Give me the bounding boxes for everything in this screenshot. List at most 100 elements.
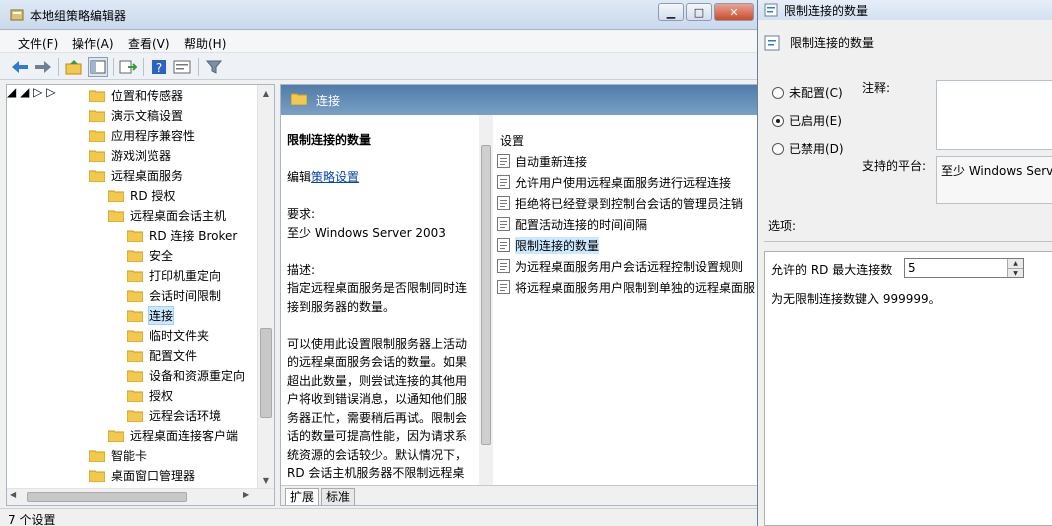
tree-item[interactable]: 设备和资源重定向 [127, 365, 245, 385]
tree-item[interactable]: 远程桌面服务 [89, 165, 183, 185]
max-connections-spinner[interactable]: ▲ ▼ [904, 258, 1024, 278]
expand-arrow-icon[interactable]: ▷ [46, 85, 55, 99]
setting-row[interactable]: 允许用户使用远程桌面服务进行远程连接 [497, 172, 731, 192]
requirements-value: 至少 Windows Server 2003 [287, 225, 446, 240]
spin-down-icon[interactable]: ▼ [1007, 268, 1023, 277]
properties-icon[interactable] [172, 57, 192, 77]
tree-item[interactable]: 安全 [127, 245, 173, 265]
edit-policy-link[interactable]: 策略设置 [311, 170, 359, 184]
export-icon[interactable] [118, 57, 138, 77]
folder-icon [89, 450, 105, 462]
edit-prefix: 编辑 [287, 170, 312, 184]
max-connections-input[interactable] [905, 259, 1007, 277]
tree-horizontal-scrollbar[interactable]: ◀ ▶ [7, 488, 274, 505]
folder-icon [89, 90, 105, 102]
menu-view[interactable]: 查看(V) [128, 35, 170, 52]
minimize-button[interactable]: ▁ [658, 3, 684, 21]
scroll-thumb[interactable] [260, 328, 272, 418]
back-icon[interactable] [10, 57, 30, 77]
folder-icon [127, 270, 143, 282]
tree-vertical-scrollbar[interactable]: ▲ ▼ [257, 85, 274, 488]
setting-row[interactable]: 将远程桌面服务用户限制到单独的远程桌面服 [497, 277, 755, 297]
menu-file[interactable]: 文件(F) [18, 35, 58, 52]
tree-item[interactable]: RD 授权 [108, 185, 175, 205]
filter-icon[interactable] [204, 57, 224, 77]
tree-item[interactable]: 会话时间限制 [127, 285, 221, 305]
scroll-up-icon[interactable]: ▲ [258, 85, 274, 101]
maximize-button[interactable]: □ [686, 3, 712, 21]
collapse-arrow-icon[interactable]: ◢ [7, 85, 16, 99]
gpedit-icon [10, 9, 24, 21]
tree-item[interactable]: 打印机重定向 [127, 265, 221, 285]
radio-disabled[interactable]: 已禁用(D) [772, 140, 844, 157]
collapse-arrow-icon[interactable]: ◢ [20, 85, 29, 99]
details-header: 连接 [281, 85, 757, 115]
scroll-down-icon[interactable]: ▼ [258, 472, 274, 488]
folder-icon [89, 150, 105, 162]
setting-row[interactable]: 自动重新连接 [497, 151, 587, 171]
forward-icon[interactable] [33, 57, 53, 77]
tree-item[interactable]: 远程桌面会话主机 [108, 205, 226, 225]
description-scrollbar[interactable] [479, 115, 493, 485]
options-panel: 允许的 RD 最大连接数 ▲ ▼ 为无限制连接数键入 999999。 [764, 251, 1052, 526]
unlimited-hint: 为无限制连接数键入 999999。 [771, 292, 941, 306]
spin-up-icon[interactable]: ▲ [1007, 259, 1023, 268]
tree-item[interactable]: 临时文件夹 [127, 325, 209, 345]
tree-item[interactable]: 远程桌面连接客户端 [108, 425, 238, 445]
tree-item[interactable]: 智能卡 [89, 445, 147, 465]
folder-icon [127, 410, 143, 422]
folder-icon [89, 110, 105, 122]
folder-icon [127, 350, 143, 362]
dialog-title-bar[interactable]: 限制连接的数量 [758, 0, 1052, 20]
dialog-title: 限制连接的数量 [784, 4, 869, 18]
comment-textarea[interactable] [936, 80, 1052, 150]
folder-icon [127, 310, 143, 322]
max-connections-label: 允许的 RD 最大连接数 [771, 263, 893, 277]
scroll-left-icon[interactable]: ◀ [10, 490, 16, 499]
description-more: 可以使用此设置限制服务器上活动的远程桌面服务会话的数量。如果超出此数量，则尝试连… [287, 336, 468, 481]
folder-icon [89, 170, 105, 182]
setting-row[interactable]: 配置活动连接的时间间隔 [497, 214, 647, 234]
tree-item[interactable]: 桌面窗口管理器 [89, 465, 195, 485]
scroll-right-icon[interactable]: ▶ [243, 490, 249, 499]
setting-icon [497, 154, 510, 168]
tree-item[interactable]: RD 连接 Broker [127, 225, 237, 245]
radio-circle-checked [772, 114, 784, 127]
settings-column-header[interactable]: 设置 [500, 132, 524, 149]
menu-action[interactable]: 操作(A) [72, 35, 114, 52]
tree-item[interactable]: 游戏浏览器 [89, 145, 171, 165]
status-text: 7 个设置 [8, 513, 56, 526]
folder-icon [127, 370, 143, 382]
scroll-thumb[interactable] [27, 492, 187, 502]
tree-item[interactable]: 演示文稿设置 [89, 105, 183, 125]
tree-item-selected[interactable]: 连接 [127, 305, 175, 325]
tree-item[interactable]: 远程会话环境 [127, 405, 221, 425]
tree-item[interactable]: 应用程序兼容性 [89, 125, 195, 145]
setting-row-selected[interactable]: 限制连接的数量 [497, 235, 600, 255]
radio-enabled[interactable]: 已启用(E) [772, 112, 842, 129]
radio-not-configured[interactable]: 未配置(C) [772, 84, 843, 101]
show-hide-tree-icon[interactable] [88, 57, 108, 77]
tab-extended[interactable]: 扩展 [285, 488, 320, 505]
title-bar[interactable]: 本地组策略编辑器 ▁ □ ✕ [0, 0, 760, 30]
setting-icon [497, 238, 510, 252]
expand-arrow-icon[interactable]: ▷ [33, 85, 42, 99]
menu-help[interactable]: 帮助(H) [184, 35, 226, 52]
details-header-title: 连接 [316, 94, 341, 108]
menu-bar: 文件(F) 操作(A) 查看(V) 帮助(H) [0, 31, 760, 53]
radio-circle [772, 86, 784, 99]
description-label: 描述: [287, 262, 316, 277]
tree-item[interactable]: 配置文件 [127, 345, 197, 365]
setting-row[interactable]: 为远程桌面服务用户会话远程控制设置规则 [497, 256, 743, 276]
up-folder-icon[interactable] [64, 57, 84, 77]
close-button[interactable]: ✕ [714, 3, 754, 21]
scroll-thumb[interactable] [481, 145, 491, 445]
tab-standard[interactable]: 标准 [321, 488, 356, 505]
folder-icon [127, 390, 143, 402]
setting-row[interactable]: 拒绝将已经登录到控制台会话的管理员注销 [497, 193, 743, 213]
tree-item[interactable]: 授权 [127, 385, 173, 405]
tree-item[interactable]: 位置和传感器 [89, 85, 183, 105]
help-icon[interactable]: ? [149, 57, 169, 77]
comment-label: 注释: [862, 81, 891, 95]
gpedit-window: 本地组策略编辑器 ▁ □ ✕ 文件(F) 操作(A) 查看(V) 帮助(H) ?… [0, 0, 760, 526]
